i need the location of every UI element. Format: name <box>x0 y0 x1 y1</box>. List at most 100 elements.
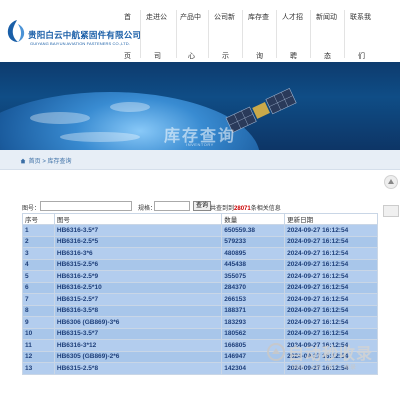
date-cell: 2024-09-27 16:12:54 <box>284 281 378 294</box>
model-input[interactable] <box>40 201 132 211</box>
row-number: 7 <box>22 293 55 306</box>
quantity-cell: 183293 <box>221 316 286 329</box>
breadcrumb-bar: 首页 > 库存查询 <box>0 150 400 170</box>
row-number: 2 <box>22 235 55 248</box>
date-cell: 2024-09-27 16:12:54 <box>284 316 378 329</box>
table-row: 1 HB6316-3.5*7 650559.38 2024-09-27 16:12:5… <box>22 224 378 237</box>
nav-news-top[interactable]: 新闻动 <box>316 12 337 22</box>
date-cell: 2024-09-27 16:12:54 <box>284 293 378 306</box>
nav-display-bottom[interactable]: 示 <box>222 51 229 61</box>
watermark: 自动秒收录 网站 · 上线 · 推广 · 收录 <box>262 336 398 376</box>
model-cell: HB6316-3.5*8 <box>53 304 223 317</box>
home-icon <box>20 158 26 164</box>
table-row: 4 HB6315-2.5*6 445438 2024-09-27 16:12:54 <box>22 258 378 271</box>
site-header: 贵阳白云中航紧固件有限公司 GUIYANG BAIYUN AVIATION FA… <box>0 0 400 62</box>
row-number: 9 <box>22 316 55 329</box>
back-to-top-button[interactable] <box>384 175 398 189</box>
nav-jobs-bottom[interactable]: 聘 <box>290 51 297 61</box>
model-cell: HB6316-2.5*9 <box>53 270 223 283</box>
row-number: 10 <box>22 327 55 340</box>
date-cell: 2024-09-27 16:12:54 <box>284 235 378 248</box>
model-cell: HB6316-3*6 <box>53 247 223 260</box>
nav-news-bottom[interactable]: 态 <box>324 51 331 61</box>
row-number: 8 <box>22 304 55 317</box>
nav-inventory-top[interactable]: 库存查 <box>248 12 269 22</box>
banner-subtitle: INVENTORY <box>186 142 214 147</box>
breadcrumb-current[interactable]: 库存查询 <box>48 159 72 165</box>
nav-divider <box>140 10 141 58</box>
nav-products-bottom[interactable]: 心 <box>188 51 195 61</box>
nav-divider <box>242 10 243 58</box>
quantity-cell: 650559.38 <box>221 224 286 237</box>
nav-about-top[interactable]: 走进公 <box>146 12 167 22</box>
column-header-no: 序号 <box>22 213 55 225</box>
quantity-cell: 355075 <box>221 270 286 283</box>
row-number: 13 <box>22 362 55 375</box>
nav-about-bottom[interactable]: 司 <box>154 51 161 61</box>
chevron-up-icon <box>388 179 394 184</box>
query-button[interactable]: 查询 <box>193 201 212 211</box>
model-cell: HB6316-2.5*10 <box>53 281 223 294</box>
column-header-model: 图号 <box>53 213 223 225</box>
breadcrumb-home-link[interactable]: 首页 <box>29 159 41 165</box>
watermark-title: 自动秒收录 <box>288 346 374 363</box>
search-form: 图号： 规格： 查询 共查到到28071条相关信息 <box>22 201 382 212</box>
company-logo-icon[interactable] <box>6 18 28 44</box>
nav-home-top[interactable]: 首 <box>124 12 131 22</box>
breadcrumb: 首页 > 库存查询 <box>20 156 72 165</box>
table-row: 2 HB6316-2.5*5 579233 2024-09-27 16:12:54 <box>22 235 378 248</box>
model-label: 图号： <box>22 206 41 212</box>
nav-display-top[interactable]: 公司新 <box>214 12 235 22</box>
table-row: 8 HB6316-3.5*8 188371 2024-09-27 16:12:54 <box>22 304 378 317</box>
quantity-cell: 284370 <box>221 281 286 294</box>
model-cell: HB6316-3.5*7 <box>53 224 223 237</box>
cloud-shape <box>110 102 150 112</box>
row-number: 6 <box>22 281 55 294</box>
date-cell: 2024-09-27 16:12:54 <box>284 247 378 260</box>
date-cell: 2024-09-27 16:12:54 <box>284 304 378 317</box>
nav-divider <box>276 10 277 58</box>
date-cell: 2024-09-27 16:12:54 <box>284 270 378 283</box>
table-header-row: 序号 图号 数量 更新日期 <box>22 213 378 225</box>
table-row: 3 HB6316-3*6 480895 2024-09-27 16:12:54 <box>22 247 378 260</box>
quantity-cell: 480895 <box>221 247 286 260</box>
table-row: 6 HB6316-2.5*10 284370 2024-09-27 16:12:54 <box>22 281 378 294</box>
model-cell: HB6315-2.5*8 <box>53 362 223 375</box>
quantity-cell: 188371 <box>221 304 286 317</box>
model-cell: HB6316-3*12 <box>53 339 223 352</box>
table-row: 9 HB6306 (GB869)-3*6 183293 2024-09-27 16:1… <box>22 316 378 329</box>
model-cell: HB6316-2.5*5 <box>53 235 223 248</box>
quantity-cell: 266153 <box>221 293 286 306</box>
result-prefix: 共查到到 <box>210 206 235 212</box>
row-number: 12 <box>22 350 55 363</box>
row-number: 4 <box>22 258 55 271</box>
row-number: 11 <box>22 339 55 352</box>
model-cell: HB6315-2.5*6 <box>53 258 223 271</box>
model-cell: HB6315-2.5*7 <box>53 293 223 306</box>
column-header-date: 更新日期 <box>284 213 378 225</box>
model-cell: HB6305 (GB869)-2*6 <box>53 350 223 363</box>
side-scroll-widget[interactable] <box>383 205 399 217</box>
quantity-cell: 445438 <box>221 258 286 271</box>
nav-divider <box>310 10 311 58</box>
nav-divider <box>176 10 177 58</box>
main-nav: 首 页 走进公 司 产品中 心 公司新 示 库存查 询 人才招 聘 新闻动 态 … <box>118 0 400 62</box>
date-cell: 2024-09-27 16:12:54 <box>284 258 378 271</box>
column-header-quantity: 数量 <box>221 213 286 225</box>
row-number: 5 <box>22 270 55 283</box>
table-row: 5 HB6316-2.5*9 355075 2024-09-27 16:12:54 <box>22 270 378 283</box>
nav-contact-bottom[interactable]: 们 <box>358 51 365 61</box>
row-number: 3 <box>22 247 55 260</box>
nav-inventory-bottom[interactable]: 询 <box>256 51 263 61</box>
nav-divider <box>344 10 345 58</box>
nav-contact-top[interactable]: 联系我 <box>350 12 371 22</box>
nav-divider <box>208 10 209 58</box>
nav-jobs-top[interactable]: 人才招 <box>282 12 303 22</box>
nav-home-bottom[interactable]: 页 <box>124 51 131 61</box>
watermark-logo-icon <box>267 343 285 361</box>
result-suffix: 条相关信息 <box>250 206 281 212</box>
model-cell: HB6306 (GB869)-3*6 <box>53 316 223 329</box>
result-count-text: 共查到到28071条相关信息 <box>210 203 281 212</box>
nav-products-top[interactable]: 产品中 <box>180 12 201 22</box>
spec-input[interactable] <box>154 201 190 211</box>
